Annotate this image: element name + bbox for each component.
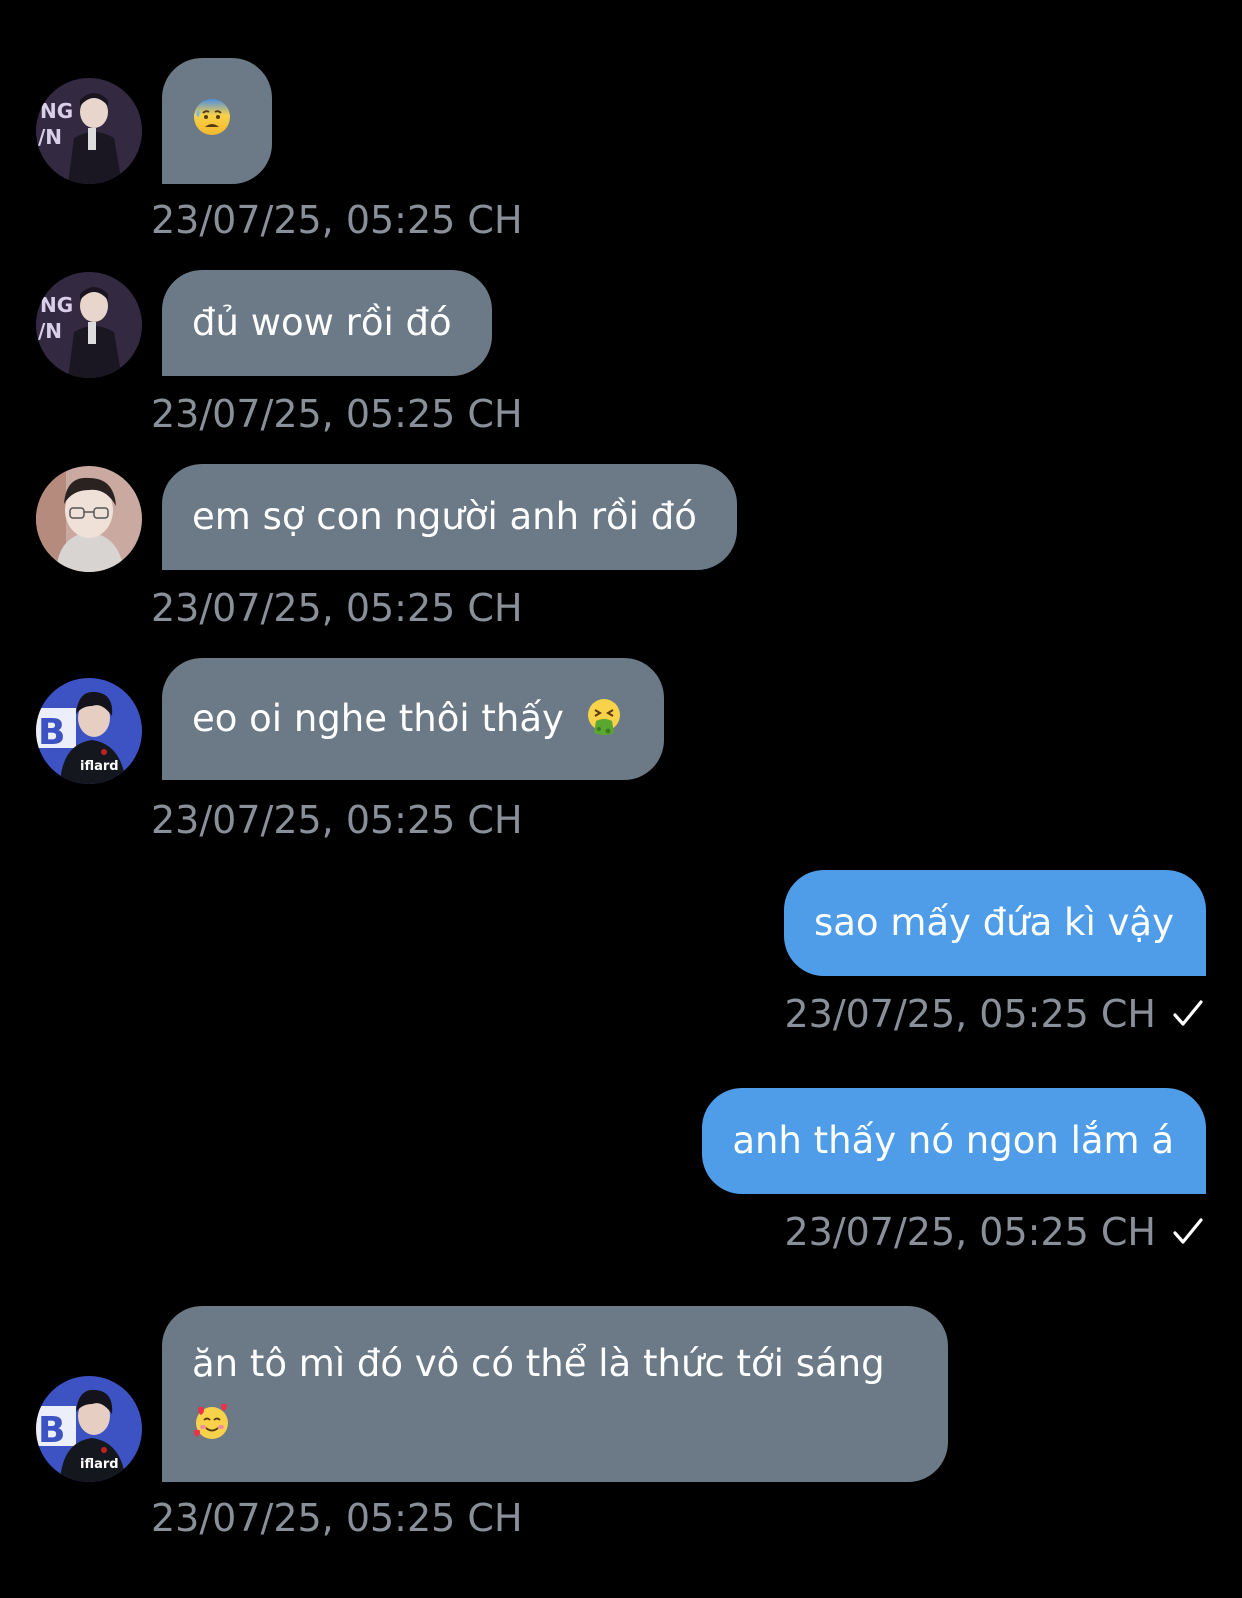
message-bubble[interactable]: đủ wow rồi đó xyxy=(162,270,492,376)
avatar[interactable] xyxy=(36,1376,142,1482)
checkmark-icon xyxy=(1170,1214,1206,1250)
message-bubble[interactable] xyxy=(162,58,272,184)
message-text: eo oi nghe thôi thấy xyxy=(192,697,564,740)
anxious-sweat-face-emoji xyxy=(192,97,232,137)
checkmark-icon xyxy=(1170,996,1206,1032)
message-timestamp-row: 23/07/25, 05:25 CH xyxy=(784,991,1206,1037)
message-timestamp: 23/07/25, 05:25 CH xyxy=(151,392,523,436)
message-bubble[interactable]: anh thấy nó ngon lắm á xyxy=(702,1088,1206,1194)
message-text: ăn tô mì đó vô có thể là thức tới sáng xyxy=(192,1342,885,1385)
message-timestamp: 23/07/25, 05:25 CH xyxy=(151,798,523,842)
message-text: anh thấy nó ngon lắm á xyxy=(732,1119,1174,1162)
avatar[interactable] xyxy=(36,466,142,572)
vomiting-face-emoji xyxy=(584,697,624,737)
message-timestamp: 23/07/25, 05:25 CH xyxy=(784,992,1156,1036)
message-text: em sợ con người anh rồi đó xyxy=(192,495,697,538)
message-text: đủ wow rồi đó xyxy=(192,301,452,344)
message-timestamp: 23/07/25, 05:25 CH xyxy=(784,1210,1156,1254)
avatar[interactable] xyxy=(36,678,142,784)
message-text: sao mấy đứa kì vậy xyxy=(813,901,1174,944)
message-timestamp: 23/07/25, 05:25 CH xyxy=(151,586,523,630)
message-bubble[interactable]: sao mấy đứa kì vậy xyxy=(783,870,1206,976)
message-bubble[interactable]: ăn tô mì đó vô có thể là thức tới sáng xyxy=(162,1306,948,1482)
message-bubble[interactable]: eo oi nghe thôi thấy xyxy=(162,658,664,780)
smiling-face-with-hearts-emoji xyxy=(192,1402,232,1442)
message-timestamp: 23/07/25, 05:25 CH xyxy=(151,198,523,242)
avatar[interactable] xyxy=(36,272,142,378)
message-timestamp: 23/07/25, 05:25 CH xyxy=(151,1496,523,1540)
avatar[interactable] xyxy=(36,78,142,184)
message-timestamp-row: 23/07/25, 05:25 CH xyxy=(784,1209,1206,1255)
message-bubble[interactable]: em sợ con người anh rồi đó xyxy=(162,464,737,570)
